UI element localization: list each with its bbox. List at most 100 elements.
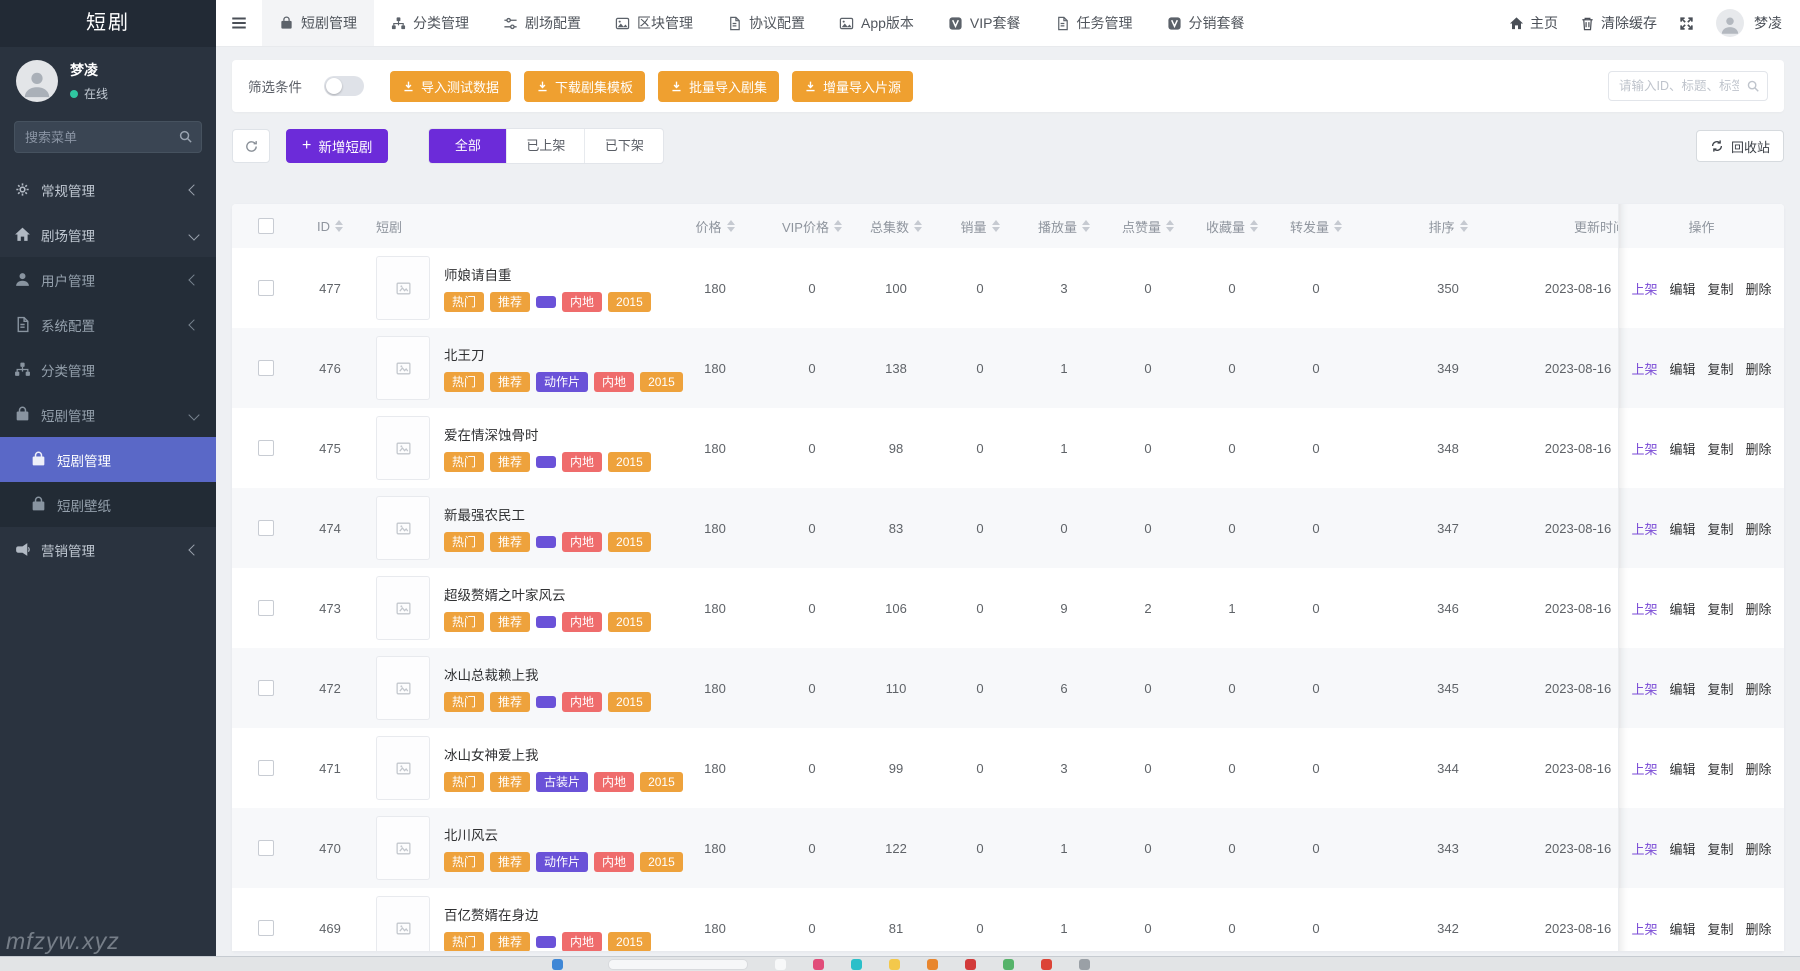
drama-thumbnail[interactable] [376, 816, 430, 880]
drama-thumbnail[interactable] [376, 896, 430, 951]
nav-tab-6[interactable]: VIP套餐 [931, 0, 1038, 46]
action-publish-link[interactable]: 上架 [1631, 839, 1657, 858]
select-all-checkbox[interactable] [258, 218, 274, 234]
column-header-price[interactable]: 价格 [660, 204, 770, 248]
column-header-episodes[interactable]: 总集数 [854, 204, 938, 248]
filter-toggle[interactable] [324, 76, 364, 96]
drama-thumbnail[interactable] [376, 656, 430, 720]
row-checkbox[interactable] [258, 280, 274, 296]
table-search-input[interactable] [1608, 71, 1768, 101]
clear-cache-link[interactable]: 清除缓存 [1580, 13, 1657, 33]
column-header-sort[interactable]: 排序 [1358, 204, 1538, 248]
row-checkbox[interactable] [258, 760, 274, 776]
drama-thumbnail[interactable] [376, 496, 430, 560]
recycle-bin-button[interactable]: 回收站 [1696, 130, 1784, 162]
column-header-likes[interactable]: 点赞量 [1106, 204, 1190, 248]
row-checkbox[interactable] [258, 920, 274, 936]
action-publish-link[interactable]: 上架 [1631, 679, 1657, 698]
action-delete-link[interactable]: 删除 [1746, 599, 1772, 618]
nav-tab-4[interactable]: 协议配置 [710, 0, 822, 46]
action-edit-link[interactable]: 编辑 [1669, 919, 1695, 938]
column-header-id[interactable]: ID [300, 204, 360, 248]
action-publish-link[interactable]: 上架 [1631, 519, 1657, 538]
taskbar-app-icon[interactable] [775, 959, 786, 970]
action-delete-link[interactable]: 删除 [1746, 359, 1772, 378]
action-copy-link[interactable]: 复制 [1708, 679, 1734, 698]
column-header-sales[interactable]: 销量 [938, 204, 1022, 248]
taskbar-app-icon[interactable] [1041, 959, 1052, 970]
sidebar-item-6[interactable]: 短剧管理 [0, 437, 216, 482]
action-delete-link[interactable]: 删除 [1746, 279, 1772, 298]
nav-tab-0[interactable]: 短剧管理 [262, 0, 374, 46]
drama-thumbnail[interactable] [376, 256, 430, 320]
action-copy-link[interactable]: 复制 [1708, 599, 1734, 618]
column-header-shares[interactable]: 转发量 [1274, 204, 1358, 248]
taskbar-app-icon[interactable] [552, 959, 563, 970]
column-header-vip_price[interactable]: VIP价格 [770, 204, 854, 248]
hamburger-menu-button[interactable] [216, 0, 262, 46]
action-copy-link[interactable]: 复制 [1708, 839, 1734, 858]
sidebar-item-8[interactable]: 营销管理 [0, 527, 216, 572]
action-copy-link[interactable]: 复制 [1708, 359, 1734, 378]
drama-thumbnail[interactable] [376, 416, 430, 480]
taskbar-app-icon[interactable] [851, 959, 862, 970]
action-publish-link[interactable]: 上架 [1631, 919, 1657, 938]
action-copy-link[interactable]: 复制 [1708, 279, 1734, 298]
sidebar-item-3[interactable]: 系统配置 [0, 302, 216, 347]
action-publish-link[interactable]: 上架 [1631, 759, 1657, 778]
sidebar-item-2[interactable]: 用户管理 [0, 257, 216, 302]
fullscreen-button[interactable] [1679, 16, 1694, 31]
taskbar-app-icon[interactable] [927, 959, 938, 970]
column-header-favorites[interactable]: 收藏量 [1190, 204, 1274, 248]
taskbar-app-icon[interactable] [1003, 959, 1014, 970]
row-checkbox[interactable] [258, 520, 274, 536]
action-copy-link[interactable]: 复制 [1708, 919, 1734, 938]
row-checkbox[interactable] [258, 840, 274, 856]
row-checkbox[interactable] [258, 680, 274, 696]
sidebar-item-5[interactable]: 短剧管理 [0, 392, 216, 437]
action-edit-link[interactable]: 编辑 [1669, 519, 1695, 538]
username[interactable]: 梦凌 [1754, 13, 1782, 33]
nav-tab-5[interactable]: App版本 [822, 0, 931, 46]
action-delete-link[interactable]: 删除 [1746, 759, 1772, 778]
user-avatar-small[interactable] [1716, 9, 1744, 37]
import-button-3[interactable]: 增量导入片源 [792, 71, 913, 102]
sidebar-item-1[interactable]: 剧场管理 [0, 212, 216, 257]
search-icon[interactable] [1746, 79, 1760, 93]
import-button-0[interactable]: 导入测试数据 [390, 71, 511, 102]
search-icon[interactable] [178, 129, 193, 144]
action-delete-link[interactable]: 删除 [1746, 679, 1772, 698]
taskbar-app-icon[interactable] [965, 959, 976, 970]
taskbar-app-icon[interactable] [889, 959, 900, 970]
nav-tab-7[interactable]: 任务管理 [1038, 0, 1150, 46]
action-edit-link[interactable]: 编辑 [1669, 359, 1695, 378]
user-avatar[interactable] [16, 60, 58, 102]
row-checkbox[interactable] [258, 360, 274, 376]
action-publish-link[interactable]: 上架 [1631, 359, 1657, 378]
drama-thumbnail[interactable] [376, 576, 430, 640]
drama-thumbnail[interactable] [376, 736, 430, 800]
action-edit-link[interactable]: 编辑 [1669, 279, 1695, 298]
status-tab-0[interactable]: 全部 [429, 129, 507, 163]
action-edit-link[interactable]: 编辑 [1669, 599, 1695, 618]
action-edit-link[interactable]: 编辑 [1669, 839, 1695, 858]
status-tab-2[interactable]: 已下架 [585, 129, 663, 163]
taskbar-app-icon[interactable] [813, 959, 824, 970]
taskbar-search-pill[interactable] [608, 959, 748, 970]
action-copy-link[interactable]: 复制 [1708, 519, 1734, 538]
sidebar-item-4[interactable]: 分类管理 [0, 347, 216, 392]
action-edit-link[interactable]: 编辑 [1669, 679, 1695, 698]
add-drama-button[interactable]: + 新增短剧 [286, 129, 388, 163]
action-delete-link[interactable]: 删除 [1746, 839, 1772, 858]
nav-tab-8[interactable]: 分销套餐 [1150, 0, 1262, 46]
action-edit-link[interactable]: 编辑 [1669, 759, 1695, 778]
drama-thumbnail[interactable] [376, 336, 430, 400]
status-tab-1[interactable]: 已上架 [507, 129, 585, 163]
row-checkbox[interactable] [258, 440, 274, 456]
sidebar-item-0[interactable]: 常规管理 [0, 167, 216, 212]
sidebar-item-7[interactable]: 短剧壁纸 [0, 482, 216, 527]
action-copy-link[interactable]: 复制 [1708, 439, 1734, 458]
import-button-1[interactable]: 下载剧集模板 [524, 71, 645, 102]
action-edit-link[interactable]: 编辑 [1669, 439, 1695, 458]
action-publish-link[interactable]: 上架 [1631, 439, 1657, 458]
